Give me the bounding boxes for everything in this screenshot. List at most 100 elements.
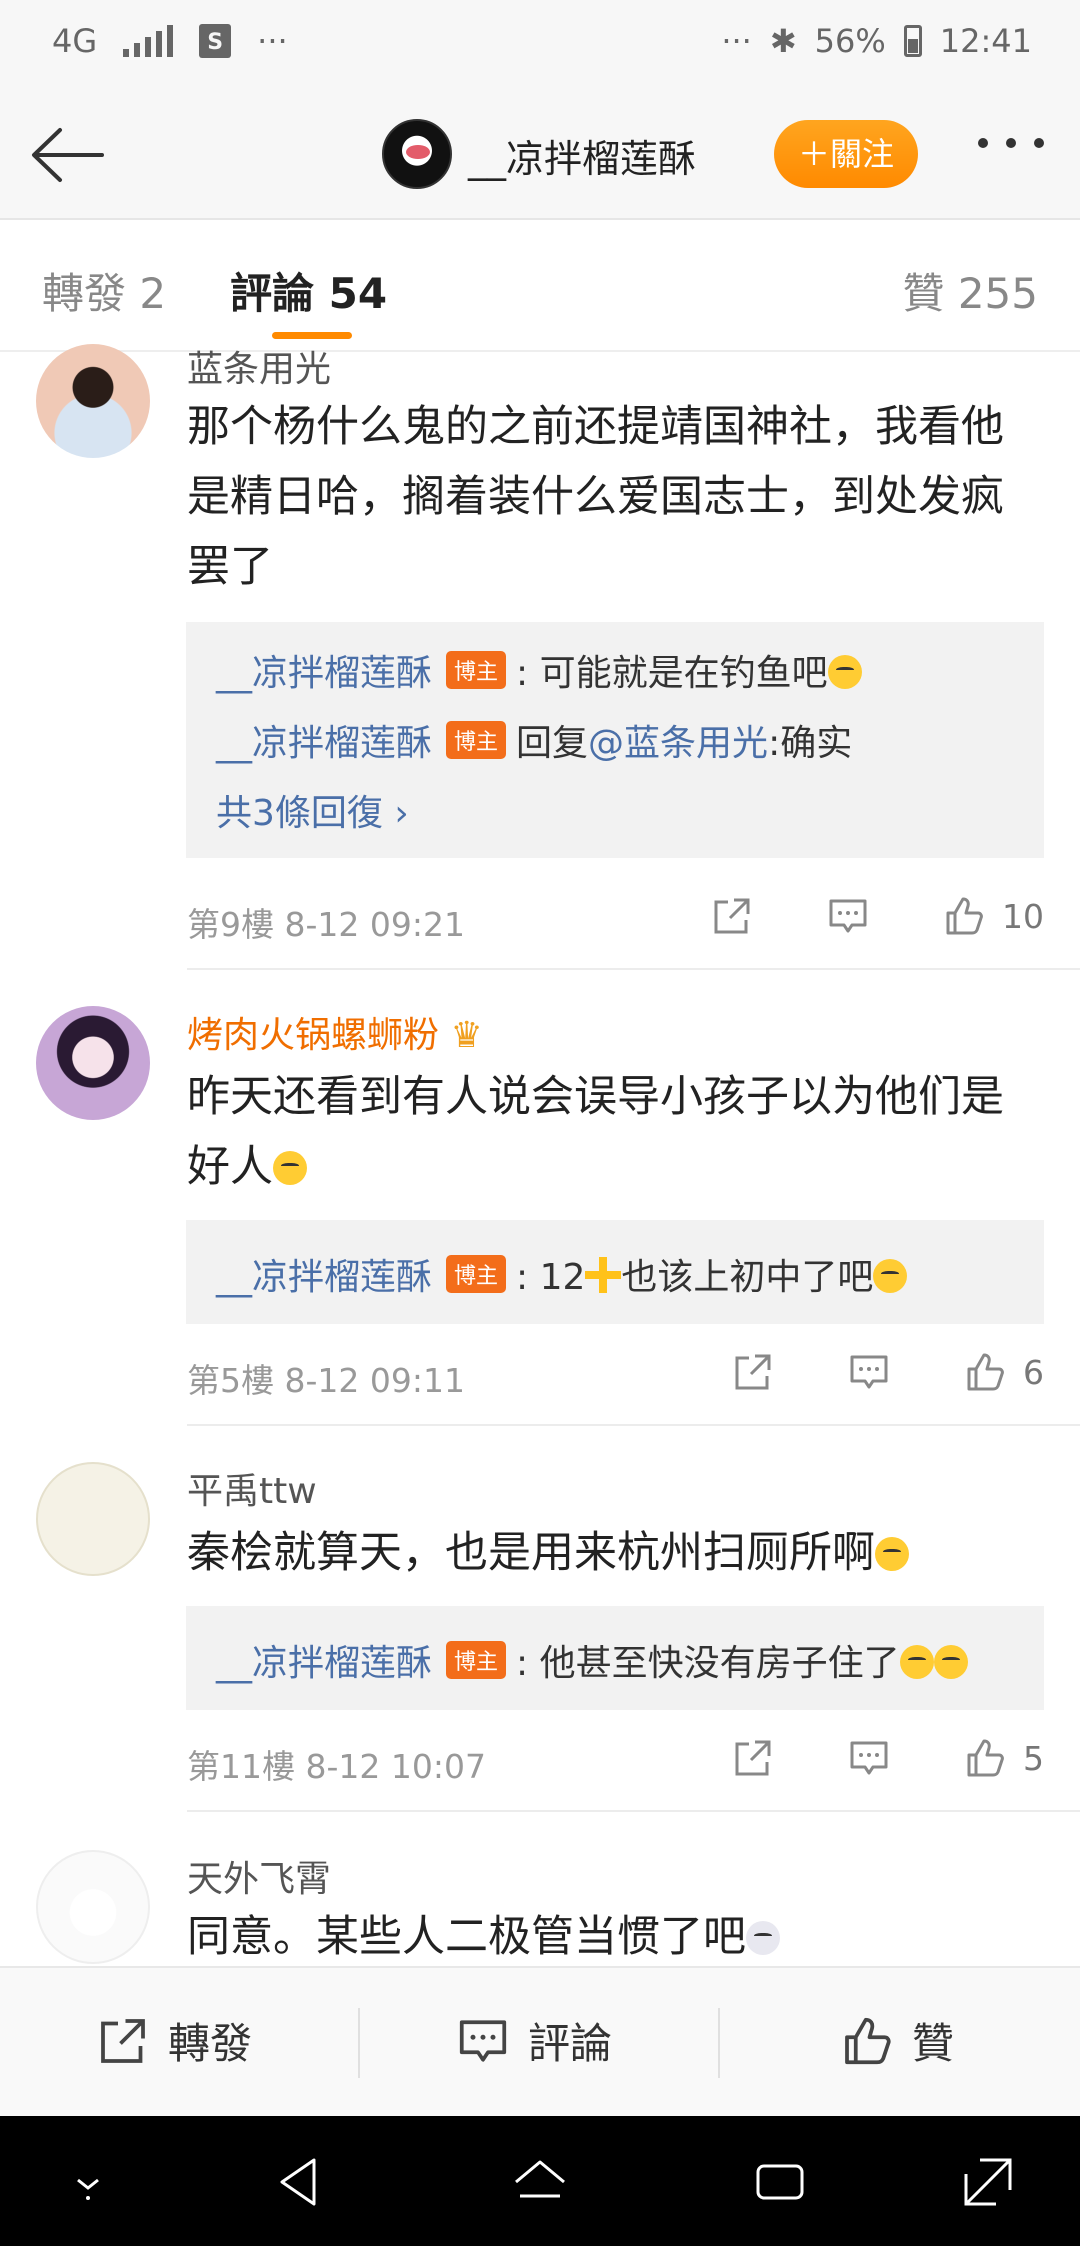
author-badge: 博主 xyxy=(446,721,507,759)
smirk-emoji-icon xyxy=(273,1151,307,1185)
avatar[interactable] xyxy=(36,1462,150,1576)
reply-author[interactable]: __凉拌榴莲酥 xyxy=(216,1643,432,1684)
comment-actions: 5 xyxy=(657,1738,1044,1778)
system-nav-bar xyxy=(0,2116,1080,2246)
like-icon[interactable] xyxy=(965,1738,1005,1778)
avatar[interactable] xyxy=(36,1006,150,1120)
reply-icon[interactable] xyxy=(828,896,868,936)
comment-username[interactable]: 天外飞霄 xyxy=(187,1850,331,1902)
divider xyxy=(358,2008,360,2078)
reply-text: : 12 xyxy=(516,1257,586,1298)
avatar[interactable] xyxy=(36,1850,150,1964)
reply-item[interactable]: __凉拌榴莲酥 博主: 12 也该上初中了吧 xyxy=(216,1248,908,1300)
comment-line: 同意。某些人二极管当惯了吧 xyxy=(187,1902,1047,1972)
smile-emoji-icon xyxy=(875,1537,909,1571)
comment-line-text: 同意。某些人二极管当惯了吧 xyxy=(187,1912,746,1962)
tab-repost[interactable]: 轉發 2 xyxy=(42,260,166,321)
avatar[interactable] xyxy=(36,344,150,458)
author-badge: 博主 xyxy=(446,651,507,689)
reply-author[interactable]: __凉拌榴莲酥 xyxy=(216,1257,432,1298)
like-button[interactable]: 贊 xyxy=(842,2010,954,2071)
like-icon xyxy=(845,2017,891,2064)
comment-line: 那个杨什么鬼的之前还提靖国神社，我看他 xyxy=(187,402,1004,452)
comment-label: 評論 xyxy=(528,2019,613,2068)
sweat-emoji-icon xyxy=(899,1645,934,1679)
tab-likes[interactable]: 贊 255 xyxy=(902,260,1038,321)
reply-author[interactable]: __凉拌榴莲酥 xyxy=(216,653,432,694)
comment-meta: 第11樓 8-12 10:07 xyxy=(187,1747,486,1786)
share-icon[interactable] xyxy=(733,1738,773,1778)
recents-nav-icon[interactable] xyxy=(750,2152,810,2212)
battery-percent: 56% xyxy=(814,22,886,60)
like-icon[interactable] xyxy=(965,1352,1005,1392)
repost-button[interactable]: 轉發 xyxy=(98,2010,252,2071)
reply-box[interactable]: __凉拌榴莲酥 博主: 他甚至快没有房子住了 xyxy=(186,1606,1044,1710)
divider xyxy=(718,2008,720,2078)
follow-button[interactable]: ＋關注 xyxy=(774,120,918,188)
reply-item[interactable]: __凉拌榴莲酥 博主: 可能就是在钓鱼吧 xyxy=(216,644,862,696)
home-nav-icon[interactable] xyxy=(510,2152,570,2212)
reply-icon[interactable] xyxy=(849,1738,889,1778)
mention-link[interactable]: @蓝条用光 xyxy=(588,723,768,764)
comment-actions: 10 xyxy=(636,896,1044,936)
sweat-emoji-icon xyxy=(933,1645,968,1679)
comment-username[interactable]: 烤肉火锅螺蛳粉 ♛ xyxy=(187,1006,483,1058)
comment-meta: 第9樓 8-12 09:21 xyxy=(187,905,465,944)
reply-item[interactable]: __凉拌榴莲酥 博主 回复@蓝条用光:确实 xyxy=(216,714,852,766)
battery-icon xyxy=(903,25,922,57)
author-name[interactable]: __凉拌榴莲酥 xyxy=(468,128,696,183)
dizzy-emoji-icon xyxy=(746,1921,780,1955)
like-count: 6 xyxy=(1023,1352,1044,1392)
comment-line: 是精日哈，搁着装什么爱国志士，到处发疯 xyxy=(187,472,1004,522)
like-icon[interactable] xyxy=(944,896,984,936)
tab-comments[interactable]: 評論 54 xyxy=(230,260,387,321)
comment-button[interactable]: 評論 xyxy=(458,2010,612,2071)
hide-keyboard-icon[interactable] xyxy=(58,2152,118,2212)
comment-line: 秦桧就算天，也是用来杭州扫厕所啊 xyxy=(187,1518,1047,1588)
expand-icon[interactable] xyxy=(958,2152,1018,2212)
divider xyxy=(187,1424,1080,1426)
bluetooth-icon: ✱ xyxy=(769,22,797,60)
comment-username[interactable]: 平禹ttw xyxy=(187,1462,317,1514)
more-notifications: ··· xyxy=(721,22,752,60)
comment-username[interactable]: 蓝条用光 xyxy=(187,340,331,392)
status-bar: 4G S ··· ··· ✱ 56% 12:41 xyxy=(0,0,1080,92)
reply-text: :确实 xyxy=(768,723,853,764)
comment-icon xyxy=(459,2019,507,2062)
comment-line: 昨天还看到有人说会误导小孩子以为他们是 xyxy=(187,1072,1004,1122)
app-header: __凉拌榴莲酥 ＋關注 xyxy=(0,92,1080,220)
reply-author[interactable]: __凉拌榴莲酥 xyxy=(216,723,432,764)
comment-line: 罢了 xyxy=(187,542,273,592)
author-avatar[interactable] xyxy=(382,119,452,189)
notification-dots: ··· xyxy=(257,22,288,60)
reply-icon[interactable] xyxy=(849,1352,889,1392)
share-icon[interactable] xyxy=(712,896,752,936)
clock: 12:41 xyxy=(939,22,1032,60)
reply-box[interactable]: __凉拌榴莲酥 博主: 可能就是在钓鱼吧 __凉拌榴莲酥 博主 回复@蓝条用光:确实 … xyxy=(186,622,1044,858)
share-icon[interactable] xyxy=(733,1352,773,1392)
comment-line-text: 好人 xyxy=(187,1142,273,1192)
sweat-emoji-icon xyxy=(827,655,862,689)
back-arrow-icon[interactable] xyxy=(28,122,108,188)
more-replies-link[interactable]: 共3條回復 › xyxy=(216,784,409,836)
tab-bar: 轉發 2 評論 54 贊 255 xyxy=(0,220,1080,352)
reply-box[interactable]: __凉拌榴莲酥 博主: 12 也该上初中了吧 xyxy=(186,1220,1044,1324)
signal-icon xyxy=(123,25,174,57)
plus-emoji-icon xyxy=(585,1257,622,1293)
comment-text: 同意。某些人二极管当惯了吧 xyxy=(187,1902,1047,1972)
reply-prefix: 回复 xyxy=(516,723,589,764)
network-indicator: 4G xyxy=(52,22,98,60)
back-nav-icon[interactable] xyxy=(270,2152,330,2212)
reply-text: 也该上初中了吧 xyxy=(621,1257,874,1298)
comment-actions: 6 xyxy=(657,1352,1044,1392)
author-badge: 博主 xyxy=(446,1255,507,1293)
reply-item[interactable]: __凉拌榴莲酥 博主: 他甚至快没有房子住了 xyxy=(216,1634,968,1686)
more-options-icon[interactable] xyxy=(978,138,1044,148)
divider xyxy=(187,968,1080,970)
reply-text: : 他甚至快没有房子住了 xyxy=(516,1643,900,1684)
comment-text: 那个杨什么鬼的之前还提靖国神社，我看他 是精日哈，搁着装什么爱国志士，到处发疯 … xyxy=(187,392,1047,602)
comment-line: 好人 xyxy=(187,1132,1047,1202)
reply-text: : 可能就是在钓鱼吧 xyxy=(516,653,828,694)
like-count: 5 xyxy=(1023,1738,1044,1778)
like-label: 贊 xyxy=(912,2019,955,2068)
